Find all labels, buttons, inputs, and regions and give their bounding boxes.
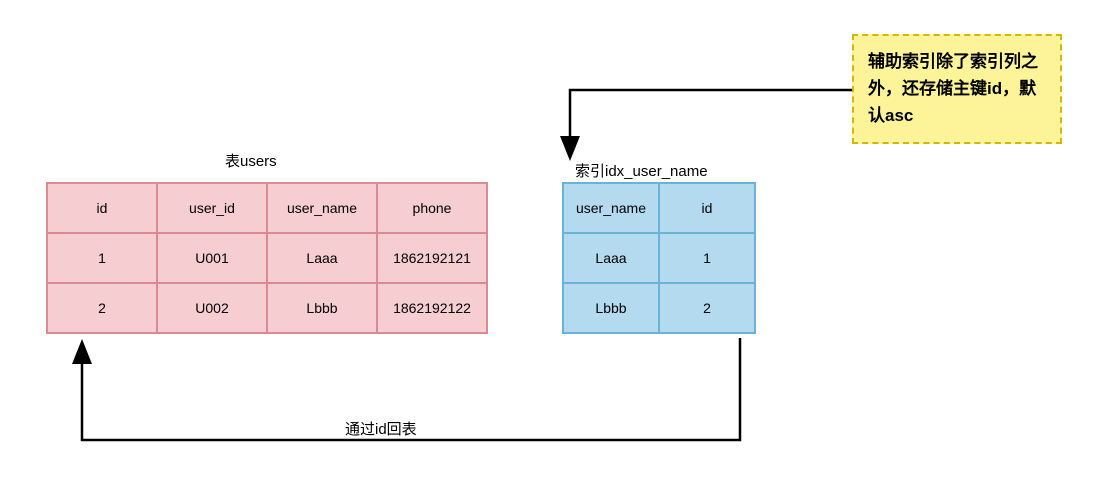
- cell: 2: [47, 283, 157, 333]
- cell: Lbbb: [563, 283, 659, 333]
- table-header-row: user_name id: [563, 183, 755, 233]
- table-row: 1 U001 Laaa 1862192121: [47, 233, 487, 283]
- index-table-title: 索引idx_user_name: [575, 160, 708, 181]
- cell: Laaa: [267, 233, 377, 283]
- cell: 1: [659, 233, 755, 283]
- cell: 2: [659, 283, 755, 333]
- cell: 1862192121: [377, 233, 487, 283]
- table-row: Lbbb 2: [563, 283, 755, 333]
- cell: Laaa: [563, 233, 659, 283]
- header-cell: user_name: [563, 183, 659, 233]
- header-cell: id: [47, 183, 157, 233]
- callout-note: 辅助索引除了索引列之外，还存储主键id，默认asc: [852, 34, 1062, 144]
- header-cell: phone: [377, 183, 487, 233]
- header-cell: id: [659, 183, 755, 233]
- bottom-arrow-label: 通过id回表: [345, 418, 417, 439]
- index-table: user_name id Laaa 1 Lbbb 2: [562, 182, 756, 334]
- header-cell: user_id: [157, 183, 267, 233]
- users-table-title: 表users: [225, 150, 277, 171]
- header-cell: user_name: [267, 183, 377, 233]
- users-table: id user_id user_name phone 1 U001 Laaa 1…: [46, 182, 488, 334]
- cell: 1862192122: [377, 283, 487, 333]
- table-row: Laaa 1: [563, 233, 755, 283]
- cell: Lbbb: [267, 283, 377, 333]
- cell: 1: [47, 233, 157, 283]
- cell: U002: [157, 283, 267, 333]
- cell: U001: [157, 233, 267, 283]
- table-header-row: id user_id user_name phone: [47, 183, 487, 233]
- table-row: 2 U002 Lbbb 1862192122: [47, 283, 487, 333]
